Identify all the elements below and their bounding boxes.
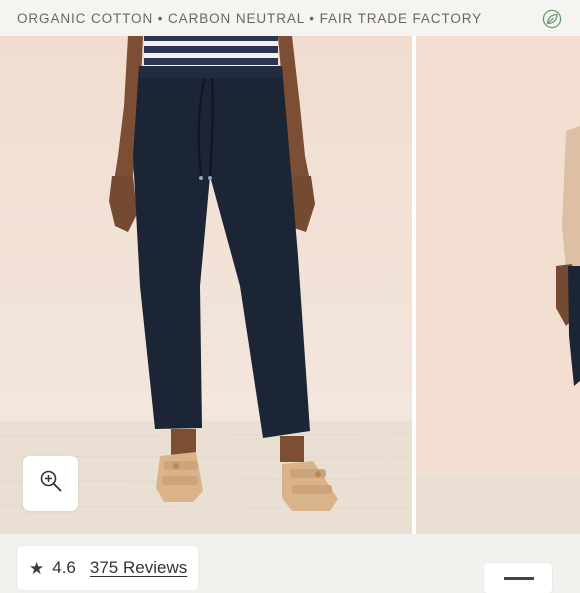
product-image-secondary[interactable] bbox=[416, 36, 580, 534]
zoom-in-icon bbox=[39, 469, 63, 498]
leaf-icon bbox=[542, 9, 562, 29]
zoom-button[interactable] bbox=[23, 456, 78, 511]
star-icon: ★ bbox=[29, 558, 45, 578]
reviews-link[interactable]: 375 Reviews bbox=[90, 558, 187, 578]
product-image-gallery[interactable] bbox=[0, 36, 580, 534]
banner-text: ORGANIC COTTON • CARBON NEUTRAL • FAIR T… bbox=[17, 10, 483, 26]
secondary-pill-button[interactable] bbox=[484, 563, 552, 593]
sustainability-banner: ORGANIC COTTON • CARBON NEUTRAL • FAIR T… bbox=[0, 0, 580, 36]
rating-summary: ★ 4.6 375 Reviews bbox=[17, 546, 198, 590]
rating-value: 4.6 bbox=[52, 558, 76, 577]
